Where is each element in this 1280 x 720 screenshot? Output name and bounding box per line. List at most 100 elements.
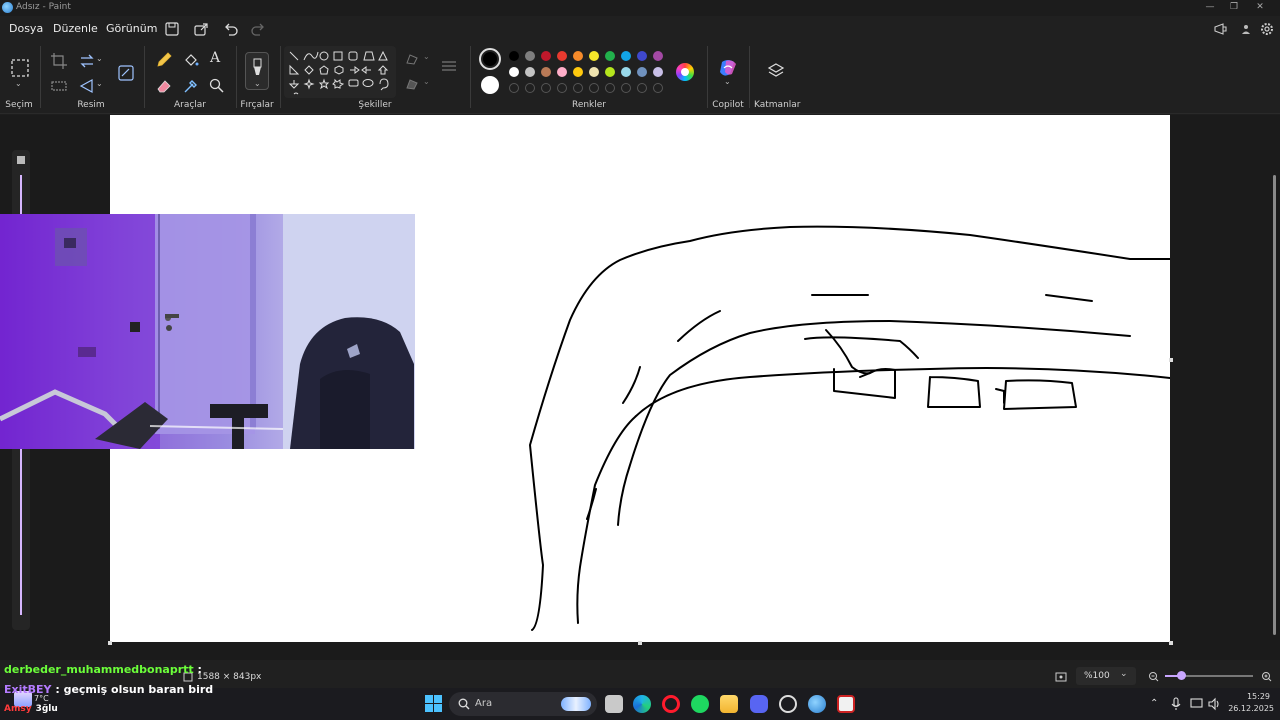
color-swatch[interactable]: [653, 51, 663, 61]
canvas-resize-handle-bottom[interactable]: [638, 641, 642, 645]
color-swatch[interactable]: [621, 51, 631, 61]
eraser-icon[interactable]: [155, 77, 173, 95]
color-swatch[interactable]: [573, 67, 583, 77]
account-icon[interactable]: [1238, 21, 1254, 37]
save-icon[interactable]: [164, 21, 180, 37]
custom-color-slot[interactable]: [573, 83, 583, 93]
text-tool-icon[interactable]: A: [210, 50, 220, 66]
edge-browser-icon[interactable]: [633, 695, 651, 713]
color-swatch[interactable]: [541, 51, 551, 61]
canvas-resize-handle-corner[interactable]: [1169, 641, 1173, 645]
shape-fill-icon[interactable]: [405, 77, 419, 91]
brushes-button[interactable]: ⌄: [245, 52, 269, 90]
fill-bucket-icon[interactable]: [182, 51, 200, 69]
feedback-icon[interactable]: [1213, 21, 1229, 37]
zoom-slider-thumb[interactable]: [1177, 671, 1186, 680]
undo-icon[interactable]: [223, 21, 239, 37]
custom-color-slot[interactable]: [541, 83, 551, 93]
color-swatch[interactable]: [557, 51, 567, 61]
clock-time[interactable]: 15:29: [1226, 692, 1270, 701]
menu-view[interactable]: Görünüm: [106, 22, 157, 35]
custom-color-slot[interactable]: [509, 83, 519, 93]
crop-icon[interactable]: [50, 52, 68, 70]
task-view-icon[interactable]: [605, 695, 623, 713]
secondary-color-button[interactable]: [481, 76, 499, 94]
rotate-icon[interactable]: [50, 77, 68, 95]
color-swatch[interactable]: [605, 51, 615, 61]
discord-icon[interactable]: [750, 695, 768, 713]
taskbar-search[interactable]: Ara: [449, 692, 597, 716]
color-swatch[interactable]: [621, 67, 631, 77]
color-swatch[interactable]: [637, 67, 647, 77]
display-icon[interactable]: [1190, 697, 1204, 711]
chevron-down-icon[interactable]: ⌄: [96, 79, 103, 88]
chevron-down-icon[interactable]: ⌄: [96, 54, 103, 63]
color-swatch[interactable]: [509, 51, 519, 61]
color-swatch[interactable]: [605, 67, 615, 77]
primary-color-button[interactable]: [479, 48, 501, 70]
color-swatch[interactable]: [525, 67, 535, 77]
canvas-resize-handle-right[interactable]: [1169, 358, 1173, 362]
chat-message-3: Amsy 3ğlu: [4, 704, 58, 714]
zoom-select[interactable]: %100 ⌄: [1076, 667, 1136, 685]
color-swatch[interactable]: [525, 51, 535, 61]
color-swatch[interactable]: [589, 67, 599, 77]
custom-color-slot[interactable]: [589, 83, 599, 93]
color-swatch[interactable]: [589, 51, 599, 61]
clock-date[interactable]: 26.12.2025: [1226, 704, 1274, 713]
spotify-icon[interactable]: [691, 695, 709, 713]
color-wheel-icon[interactable]: [676, 63, 694, 81]
minimize-button[interactable]: —: [1198, 0, 1222, 16]
windows-start-icon[interactable]: [425, 695, 442, 712]
resize-icon[interactable]: [78, 52, 96, 70]
canvas-resize-handle-corner-left[interactable]: [108, 641, 112, 645]
color-swatch[interactable]: [557, 67, 567, 77]
flip-icon[interactable]: [78, 77, 96, 95]
opera-browser-icon[interactable]: [662, 695, 680, 713]
fit-to-window-icon[interactable]: [1055, 671, 1067, 683]
custom-color-slot[interactable]: [525, 83, 535, 93]
vertical-scrollbar[interactable]: [1273, 175, 1276, 635]
image-transform-icon[interactable]: [117, 64, 135, 82]
maximize-button[interactable]: ❐: [1222, 0, 1246, 16]
chevron-down-icon[interactable]: ⌄: [423, 52, 430, 61]
layers-icon[interactable]: [767, 62, 785, 80]
paint-taskbar-icon[interactable]: [808, 695, 826, 713]
chevron-down-icon: ⌄: [1120, 669, 1128, 679]
color-swatch[interactable]: [653, 67, 663, 77]
color-picker-icon[interactable]: [182, 77, 200, 95]
magnifier-icon[interactable]: [208, 77, 226, 95]
chevron-down-icon[interactable]: ⌄: [423, 77, 430, 86]
color-swatch[interactable]: [637, 51, 647, 61]
chevron-down-icon[interactable]: ⌄: [724, 77, 731, 86]
settings-gear-icon[interactable]: [1259, 21, 1275, 37]
custom-color-slot[interactable]: [653, 83, 663, 93]
volume-icon[interactable]: [1207, 697, 1221, 711]
chevron-up-icon[interactable]: ⌃: [1150, 698, 1158, 709]
custom-color-slot[interactable]: [621, 83, 631, 93]
zoom-in-icon[interactable]: [1261, 671, 1272, 682]
app-icon[interactable]: [779, 695, 797, 713]
share-icon[interactable]: [193, 21, 209, 37]
select-icon[interactable]: [10, 58, 30, 78]
zoom-out-icon[interactable]: [1148, 671, 1159, 682]
menu-edit[interactable]: Düzenle: [53, 22, 98, 35]
color-swatch[interactable]: [509, 67, 519, 77]
chat-text: geçmiş olsun baran bird: [63, 683, 214, 696]
custom-color-slot[interactable]: [637, 83, 647, 93]
redo-icon[interactable]: [250, 21, 266, 37]
menu-file[interactable]: Dosya: [9, 22, 43, 35]
obs-icon[interactable]: [837, 695, 855, 713]
microphone-icon[interactable]: [1170, 697, 1182, 711]
pencil-icon[interactable]: [155, 51, 173, 69]
color-swatch[interactable]: [573, 51, 583, 61]
shape-outline-icon[interactable]: [405, 52, 419, 66]
close-button[interactable]: ✕: [1248, 0, 1272, 16]
file-explorer-icon[interactable]: [720, 695, 738, 713]
custom-color-slot[interactable]: [605, 83, 615, 93]
copilot-icon[interactable]: [718, 58, 738, 78]
custom-color-slot[interactable]: [557, 83, 567, 93]
color-swatch[interactable]: [541, 67, 551, 77]
shape-size-icon[interactable]: [440, 58, 458, 74]
chevron-down-icon[interactable]: ⌄: [15, 79, 22, 88]
